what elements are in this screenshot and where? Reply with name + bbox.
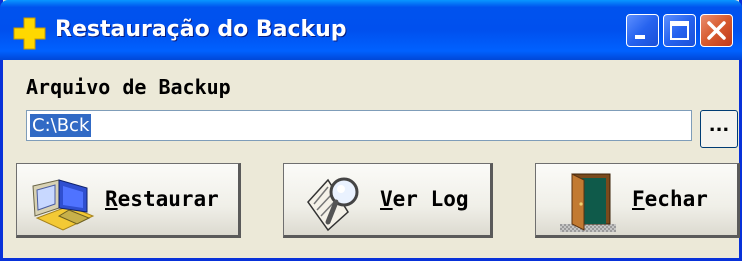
minimize-icon xyxy=(635,35,645,39)
browse-button[interactable]: ... xyxy=(700,110,738,148)
restore-label: Restaurar xyxy=(105,187,219,211)
computer-restore-icon xyxy=(32,179,95,231)
title-bar[interactable]: Restauração do Backup xyxy=(0,0,742,60)
close-window-button[interactable] xyxy=(700,14,733,47)
maximize-button[interactable] xyxy=(663,14,696,47)
maximize-icon xyxy=(670,21,689,40)
close-button[interactable]: Fechar xyxy=(535,163,740,238)
window-title: Restauração do Backup xyxy=(55,17,347,42)
view-log-button[interactable]: Ver Log xyxy=(283,163,493,238)
restore-backup-dialog: Restauração do Backup Arquivo de Backup … xyxy=(0,0,742,261)
backup-path-input[interactable]: C:\Bck xyxy=(26,110,692,141)
restore-button[interactable]: Restaurar xyxy=(16,163,241,238)
backup-file-label: Arquivo de Backup xyxy=(26,75,231,99)
magnifier-document-icon xyxy=(307,177,359,232)
backup-path-value: C:\Bck xyxy=(30,114,92,137)
view-log-label: Ver Log xyxy=(380,187,469,211)
minimize-button[interactable] xyxy=(626,14,659,47)
close-label: Fechar xyxy=(632,187,708,211)
open-door-icon xyxy=(560,173,616,232)
close-icon xyxy=(707,21,726,40)
yellow-plus-icon xyxy=(13,17,46,50)
